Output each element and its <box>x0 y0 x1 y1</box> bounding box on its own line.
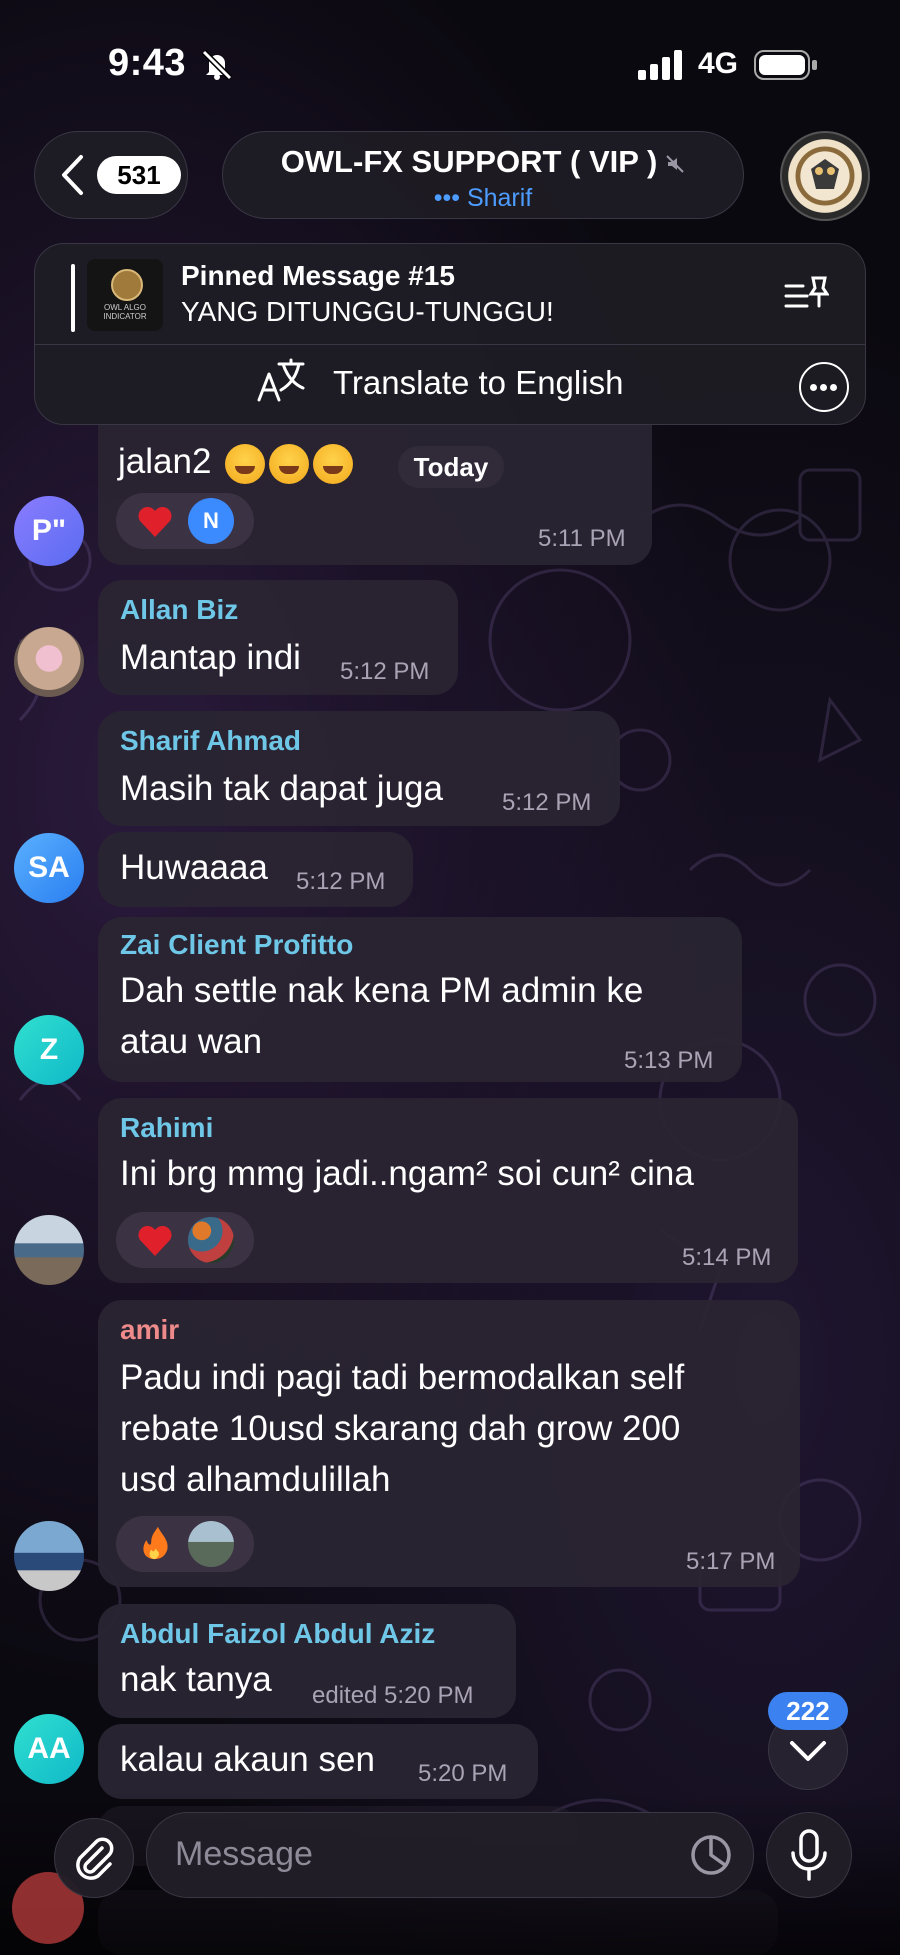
avatar[interactable]: AA <box>14 1714 84 1784</box>
grinning-emoji <box>225 443 266 484</box>
microphone-icon <box>791 1829 827 1881</box>
message-time: 5:12 PM <box>340 658 430 685</box>
status-bar: 9:43 4G <box>0 0 900 120</box>
pinned-text: YANG DITUNGGU-TUNGGU! <box>181 296 554 327</box>
message-text: Padu indi pagi tadi bermodalkan self reb… <box>120 1352 684 1505</box>
message-bubble[interactable]: Allan Biz Mantap indi 5:12 PM <box>98 580 458 695</box>
sender-name[interactable]: Sharif Ahmad <box>120 725 301 757</box>
sender-name[interactable]: Abdul Faizol Abdul Aziz <box>120 1618 435 1650</box>
chat-title-text: OWL-FX SUPPORT ( VIP ) <box>280 144 658 179</box>
heart-icon <box>138 1225 172 1256</box>
message-text: jalan2 <box>118 436 354 487</box>
message-text-content: jalan2 <box>118 442 212 481</box>
message-line: atau wan <box>120 1022 263 1061</box>
pin-list-icon[interactable] <box>783 274 829 314</box>
unread-chats-count: 531 <box>97 156 181 194</box>
pin-indicator <box>71 264 75 332</box>
group-avatar[interactable] <box>780 131 870 221</box>
message-line: usd alhamdulillah <box>120 1460 391 1499</box>
sender-name[interactable]: Rahimi <box>120 1112 213 1144</box>
message-time: 5:17 PM <box>686 1548 776 1575</box>
reactions[interactable]: N <box>116 493 254 549</box>
translate-icon <box>257 358 305 402</box>
message-bubble[interactable]: amir Padu indi pagi tadi bermodalkan sel… <box>98 1300 800 1587</box>
avatar[interactable] <box>14 1521 84 1591</box>
network-type: 4G <box>698 47 739 80</box>
message-time: edited 5:20 PM <box>312 1682 474 1709</box>
sender-name[interactable]: Allan Biz <box>120 594 238 626</box>
message-time: 5:20 PM <box>418 1760 508 1787</box>
message-text: Masih tak dapat juga <box>120 769 443 808</box>
message-time: 5:12 PM <box>296 868 386 895</box>
message-bubble[interactable]: kalau akaun sen 5:20 PM <box>98 1724 538 1799</box>
message-text: nak tanya <box>120 1660 272 1699</box>
message-placeholder: Message <box>175 1835 313 1873</box>
sender-name[interactable]: Zai Client Profitto <box>120 929 353 961</box>
typing-status: ••• Sharif <box>433 184 533 212</box>
message-text: Ini brg mmg jadi..ngam² soi cun² cina <box>120 1154 694 1193</box>
date-badge: Today <box>398 446 504 488</box>
message-line: rebate 10usd skarang dah grow 200 <box>120 1409 681 1448</box>
bell-off-icon <box>201 49 233 81</box>
message-time: 5:11 PM <box>538 525 626 552</box>
reaction-avatar <box>188 1521 234 1567</box>
message-bubble[interactable]: Huwaaaa 5:12 PM <box>98 832 413 907</box>
status-time: 9:43 <box>108 42 187 84</box>
attach-button[interactable] <box>54 1818 134 1898</box>
message-time: 5:13 PM <box>624 1047 714 1074</box>
message-bubble[interactable]: Abdul Faizol Abdul Aziz nak tanya edited… <box>98 1604 516 1718</box>
chat-title: OWL-FX SUPPORT ( VIP ) <box>223 144 743 180</box>
message-text: Huwaaaa <box>120 848 268 887</box>
sticker-icon[interactable] <box>689 1833 733 1877</box>
message-bubble[interactable]: jalan2 N 5:11 PM <box>98 425 652 565</box>
pinned-thumbnail-text: OWL ALGO INDICATOR <box>103 303 147 321</box>
grinning-emoji <box>313 443 354 484</box>
translate-button[interactable]: Translate to English <box>333 364 623 402</box>
message-text: kalau akaun sen <box>120 1740 375 1779</box>
chat-title-button[interactable]: OWL-FX SUPPORT ( VIP ) ••• Sharif <box>222 131 744 219</box>
avatar[interactable] <box>14 627 84 697</box>
message-text: Dah settle nak kena PM admin ke atau wan <box>120 965 643 1067</box>
avatar[interactable]: P" <box>14 496 84 566</box>
reactions[interactable] <box>116 1212 254 1268</box>
message-text: Mantap indi <box>120 638 301 677</box>
more-icon[interactable] <box>799 362 849 412</box>
message-line: Padu indi pagi tadi bermodalkan self <box>120 1358 685 1397</box>
message-time: 5:14 PM <box>682 1244 772 1271</box>
message-time: 5:12 PM <box>502 789 592 816</box>
chevron-down-icon <box>790 1741 826 1761</box>
back-button[interactable]: 531 <box>34 131 188 219</box>
grinning-emoji <box>269 443 310 484</box>
message-bubble[interactable]: Zai Client Profitto Dah settle nak kena … <box>98 917 742 1082</box>
pinned-message-banner[interactable]: OWL ALGO INDICATOR Pinned Message #15 YA… <box>34 243 866 425</box>
pinned-title: Pinned Message #15 <box>181 260 455 291</box>
mute-icon <box>666 155 685 173</box>
message-bubble[interactable]: Rahimi Ini brg mmg jadi..ngam² soi cun² … <box>98 1098 798 1283</box>
message-line: Dah settle nak kena PM admin ke <box>120 971 644 1010</box>
owl-logo-icon <box>811 159 839 189</box>
paperclip-icon <box>76 1837 114 1880</box>
avatar[interactable] <box>14 1215 84 1285</box>
microphone-button[interactable] <box>766 1812 852 1898</box>
battery-icon <box>754 50 817 80</box>
reaction-avatar <box>188 1217 234 1263</box>
signal-icon <box>638 50 682 80</box>
sender-name[interactable]: amir <box>120 1314 179 1346</box>
owl-logo-icon <box>111 269 143 301</box>
divider <box>35 344 865 345</box>
pinned-thumbnail: OWL ALGO INDICATOR <box>87 259 163 331</box>
avatar[interactable]: SA <box>14 833 84 903</box>
avatar[interactable]: Z <box>14 1015 84 1085</box>
heart-icon <box>138 506 172 537</box>
reaction-avatar: N <box>188 498 234 544</box>
unread-badge: 222 <box>768 1692 848 1730</box>
chevron-left-icon <box>62 155 83 195</box>
message-bubble[interactable]: Sharif Ahmad Masih tak dapat juga 5:12 P… <box>98 711 620 826</box>
reactions[interactable] <box>116 1516 254 1572</box>
fire-icon <box>143 1526 168 1560</box>
message-input[interactable]: Message <box>146 1812 754 1898</box>
